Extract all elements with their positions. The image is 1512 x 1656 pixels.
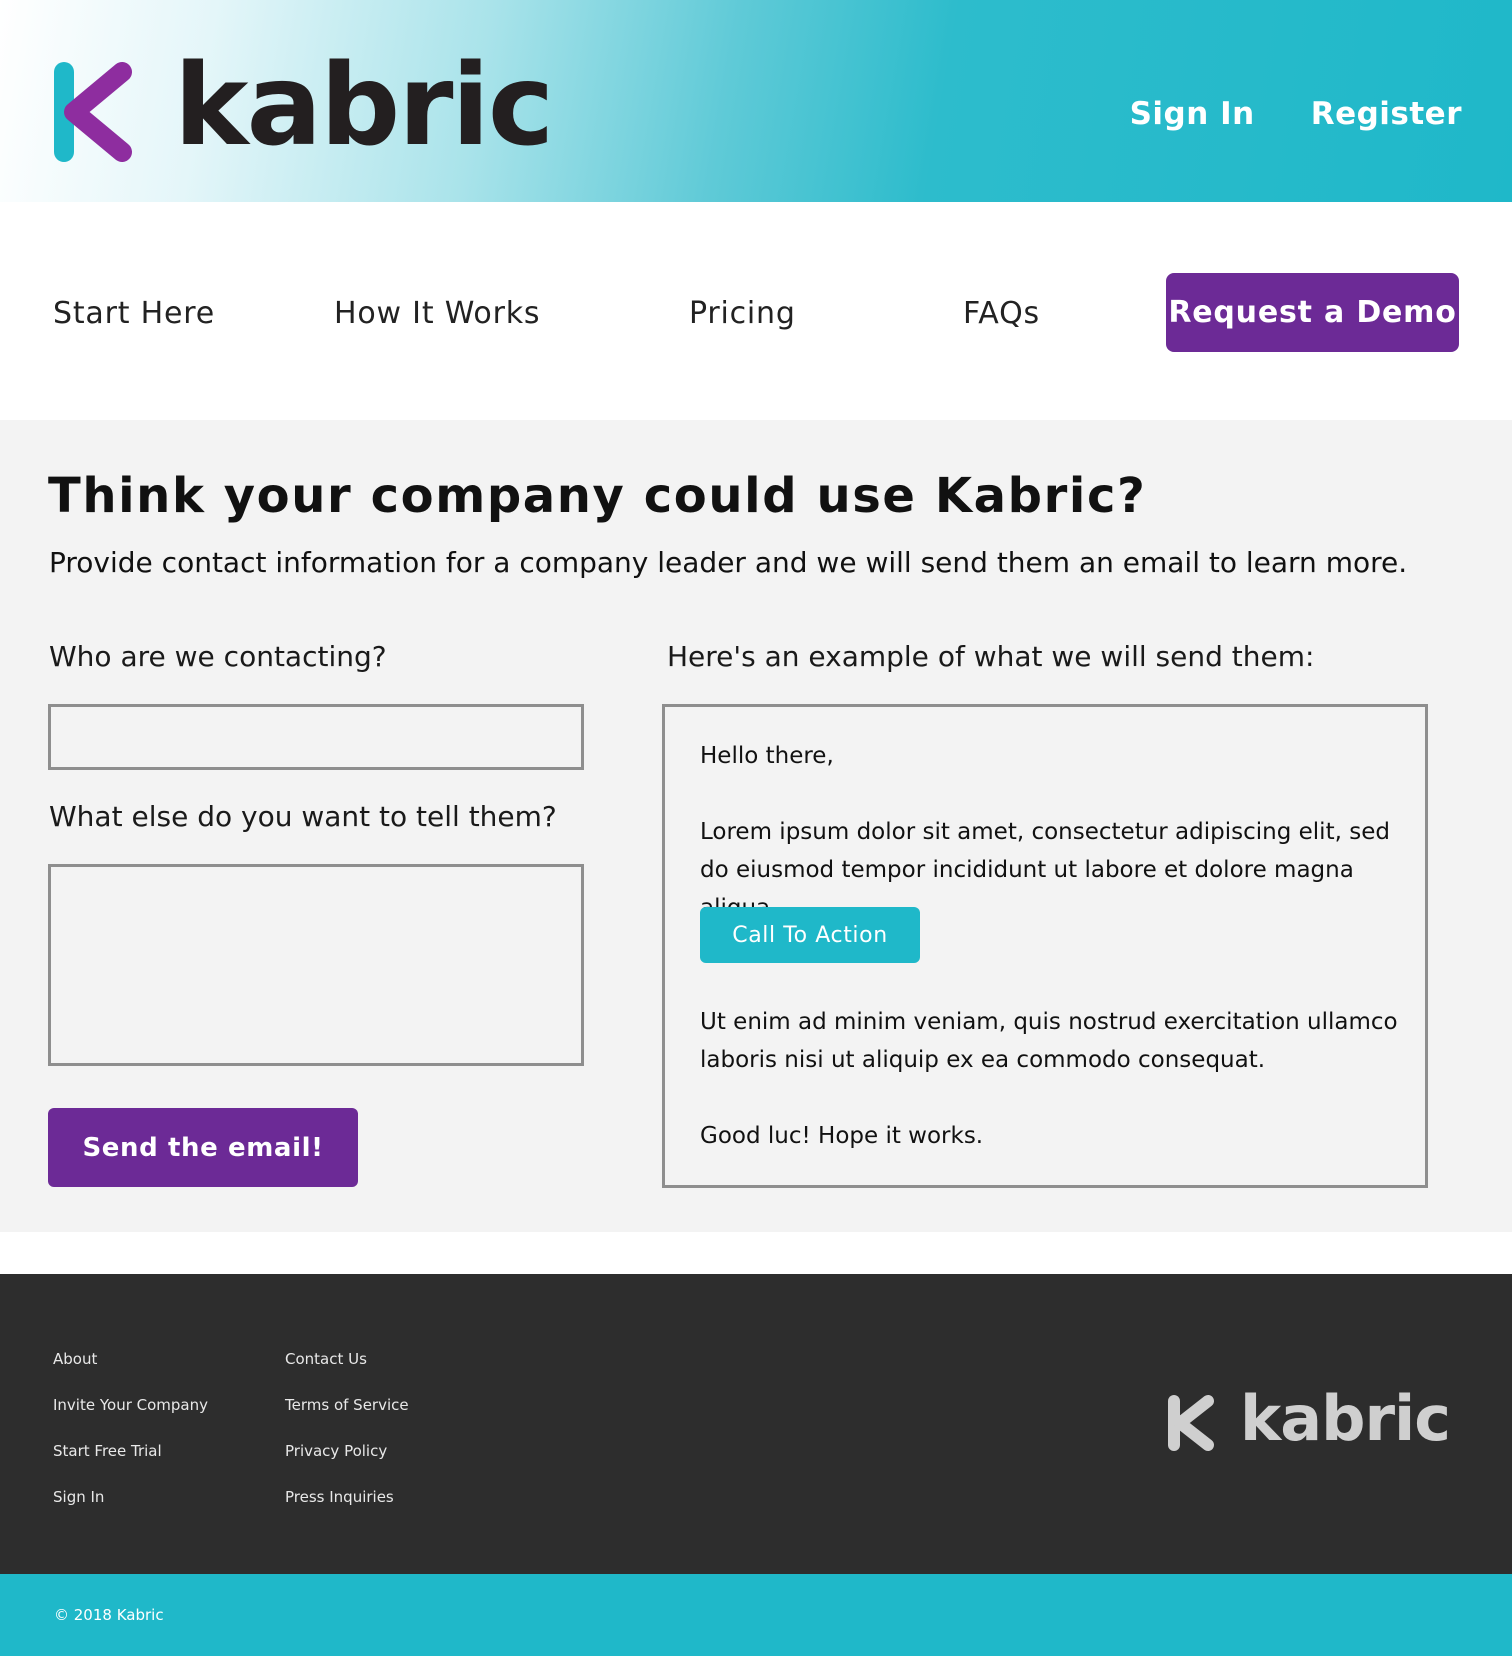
footer-brand-logo[interactable]: kabric	[1166, 1388, 1451, 1454]
main-nav: Start Here How It Works Pricing FAQs Req…	[0, 202, 1512, 420]
footer-link-terms[interactable]: Terms of Service	[285, 1396, 409, 1414]
footer-brand-wordmark: kabric	[1240, 1382, 1451, 1455]
footer-link-about[interactable]: About	[53, 1350, 97, 1368]
send-email-button[interactable]: Send the email!	[48, 1108, 358, 1187]
page-subtitle: Provide contact information for a compan…	[49, 546, 1408, 579]
account-links: Sign In Register	[1130, 96, 1462, 132]
call-to-action-button[interactable]: Call To Action	[700, 907, 920, 963]
site-header: kabric Sign In Register	[0, 0, 1512, 202]
sign-in-link[interactable]: Sign In	[1130, 96, 1255, 132]
example-label: Here's an example of what we will send t…	[667, 640, 1315, 673]
register-link[interactable]: Register	[1311, 96, 1462, 132]
brand-wordmark: kabric	[174, 41, 554, 171]
nav-item-faqs[interactable]: FAQs	[963, 296, 1040, 331]
footer-link-free-trial[interactable]: Start Free Trial	[53, 1442, 162, 1460]
nav-item-start-here[interactable]: Start Here	[53, 296, 215, 331]
contact-input[interactable]	[48, 704, 584, 770]
footer-link-invite-company[interactable]: Invite Your Company	[53, 1396, 208, 1414]
footer-link-press[interactable]: Press Inquiries	[285, 1488, 394, 1506]
page-title: Think your company could use Kabric?	[48, 468, 1147, 524]
site-footer: About Invite Your Company Start Free Tri…	[0, 1274, 1512, 1574]
kabric-k-logo-icon	[1168, 1395, 1214, 1451]
footer-link-contact[interactable]: Contact Us	[285, 1350, 367, 1368]
nav-item-pricing[interactable]: Pricing	[689, 296, 796, 331]
request-demo-button[interactable]: Request a Demo	[1166, 273, 1459, 352]
copyright-bar: © 2018 Kabric	[0, 1574, 1512, 1656]
footer-link-privacy[interactable]: Privacy Policy	[285, 1442, 387, 1460]
kabric-k-logo-icon	[54, 62, 132, 162]
invite-section: Think your company could use Kabric? Pro…	[0, 420, 1512, 1232]
message-label: What else do you want to tell them?	[49, 800, 557, 833]
brand-logo[interactable]: kabric	[52, 50, 554, 164]
copyright-text: © 2018 Kabric	[54, 1606, 164, 1624]
email-paragraph-2: Ut enim ad minim veniam, quis nostrud ex…	[700, 1009, 1398, 1073]
message-textarea[interactable]	[48, 864, 584, 1066]
email-closing: Good luc! Hope it works.	[700, 1123, 984, 1149]
footer-link-sign-in[interactable]: Sign In	[53, 1488, 104, 1506]
contact-label: Who are we contacting?	[49, 640, 387, 673]
email-preview: Hello there, Lorem ipsum dolor sit amet,…	[662, 704, 1428, 1188]
nav-item-how-it-works[interactable]: How It Works	[334, 296, 540, 331]
email-greeting: Hello there,	[700, 743, 834, 769]
